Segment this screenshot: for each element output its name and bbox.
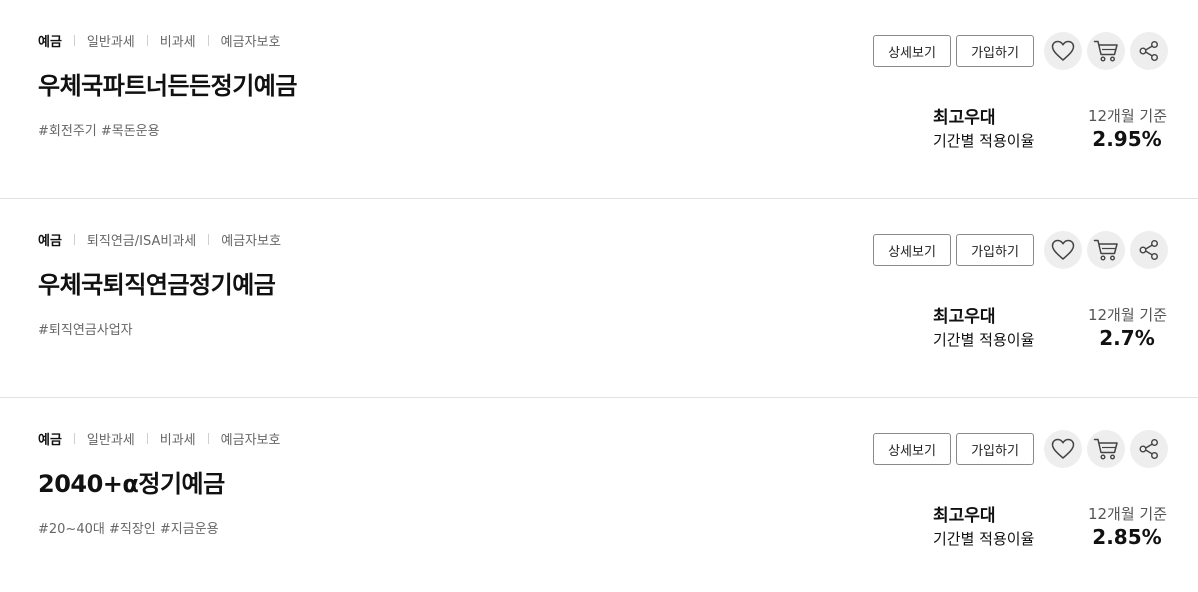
share-button[interactable] — [1130, 231, 1168, 269]
product-hashtags: #20~40대 #직장인 #지금운용 — [38, 522, 219, 537]
max-rate-label: 최고우대 — [933, 108, 996, 128]
interest-rate: 2.7% — [1099, 326, 1155, 350]
cart-button[interactable] — [1087, 430, 1125, 468]
period-rate-label: 기간별 적용이율 — [933, 132, 1035, 150]
rate-basis: 12개월 기준 — [1087, 505, 1167, 523]
share-button[interactable] — [1130, 430, 1168, 468]
share-icon — [1139, 41, 1158, 61]
product-tag[interactable]: 예금자보호 — [196, 31, 281, 50]
product-tag[interactable]: 예금 — [38, 429, 62, 448]
product-title[interactable]: 2040+α정기예금 — [38, 464, 225, 499]
detail-button[interactable]: 상세보기 — [873, 433, 951, 465]
product-tags: 예금 일반과세 비과세 예금자보호 — [38, 428, 280, 448]
product-tag[interactable]: 일반과세 — [62, 429, 135, 448]
detail-button[interactable]: 상세보기 — [873, 35, 951, 67]
max-rate-label: 최고우대 — [933, 307, 996, 327]
share-icon — [1139, 240, 1158, 260]
share-button[interactable] — [1130, 32, 1168, 70]
cart-icon — [1093, 438, 1118, 460]
product-tag[interactable]: 비과세 — [135, 31, 196, 50]
join-button[interactable]: 가입하기 — [956, 234, 1034, 266]
cart-icon — [1093, 40, 1118, 62]
interest-rate: 2.85% — [1092, 525, 1162, 549]
heart-icon — [1051, 40, 1075, 61]
product-card: 예금 일반과세 비과세 예금자보호 2040+α정기예금 #20~40대 #직장… — [0, 398, 1198, 592]
cart-button[interactable] — [1087, 32, 1125, 70]
heart-icon — [1051, 438, 1075, 459]
product-tag[interactable]: 비과세 — [135, 429, 196, 448]
cart-button[interactable] — [1087, 231, 1125, 269]
product-tag[interactable]: 일반과세 — [62, 31, 135, 50]
period-rate-label: 기간별 적용이율 — [933, 331, 1035, 349]
cart-icon — [1093, 239, 1118, 261]
share-icon — [1139, 439, 1158, 459]
product-hashtags: #회전주기 #목돈운용 — [38, 124, 160, 139]
product-tag[interactable]: 예금 — [38, 31, 62, 50]
product-title[interactable]: 우체국퇴직연금정기예금 — [38, 265, 276, 300]
favorite-button[interactable] — [1044, 430, 1082, 468]
interest-rate: 2.95% — [1092, 127, 1162, 151]
max-rate-label: 최고우대 — [933, 506, 996, 526]
product-hashtags: #퇴직연금사업자 — [38, 323, 133, 338]
product-card: 예금 일반과세 비과세 예금자보호 우체국파트너든든정기예금 #회전주기 #목돈… — [0, 0, 1198, 199]
heart-icon — [1051, 239, 1075, 260]
period-rate-label: 기간별 적용이율 — [933, 530, 1035, 548]
favorite-button[interactable] — [1044, 231, 1082, 269]
product-title[interactable]: 우체국파트너든든정기예금 — [38, 66, 297, 101]
product-list: 예금 일반과세 비과세 예금자보호 우체국파트너든든정기예금 #회전주기 #목돈… — [0, 0, 1198, 592]
product-tags: 예금 일반과세 비과세 예금자보호 — [38, 30, 280, 50]
join-button[interactable]: 가입하기 — [956, 35, 1034, 67]
product-tag[interactable]: 예금자보호 — [196, 230, 281, 249]
product-card: 예금 퇴직연금/ISA비과세 예금자보호 우체국퇴직연금정기예금 #퇴직연금사업… — [0, 199, 1198, 398]
favorite-button[interactable] — [1044, 32, 1082, 70]
join-button[interactable]: 가입하기 — [956, 433, 1034, 465]
rate-basis: 12개월 기준 — [1087, 306, 1167, 324]
rate-basis: 12개월 기준 — [1087, 107, 1167, 125]
detail-button[interactable]: 상세보기 — [873, 234, 951, 266]
product-tag[interactable]: 예금 — [38, 230, 62, 249]
product-tags: 예금 퇴직연금/ISA비과세 예금자보호 — [38, 229, 281, 249]
product-tag[interactable]: 예금자보호 — [196, 429, 281, 448]
product-tag[interactable]: 퇴직연금/ISA비과세 — [62, 230, 196, 249]
